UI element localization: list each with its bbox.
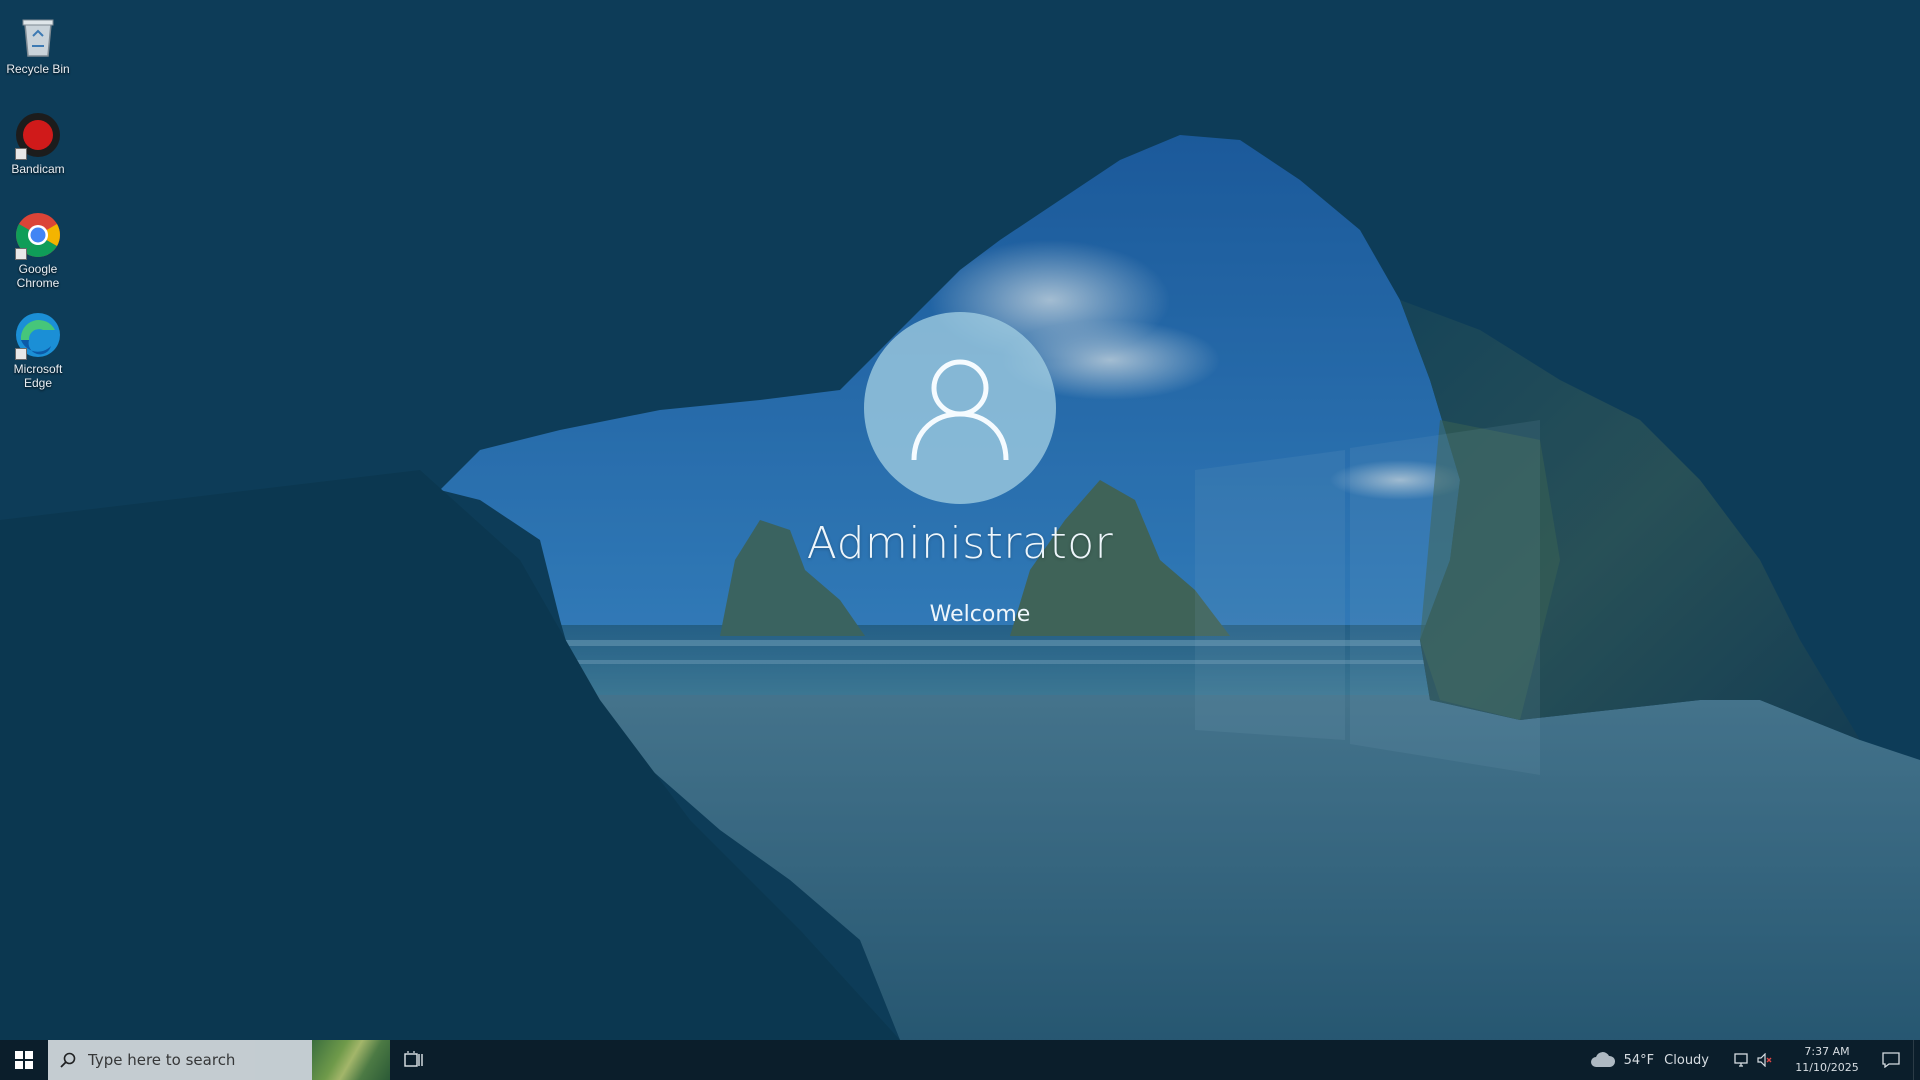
shortcut-arrow-icon — [15, 348, 27, 360]
desktop-icon-microsoft-edge[interactable]: Microsoft Edge — [0, 306, 76, 406]
search-highlight-image[interactable] — [312, 1040, 390, 1080]
taskbar-search-box[interactable] — [48, 1040, 312, 1080]
weather-condition: Cloudy — [1664, 1052, 1709, 1068]
volume-muted-icon — [1757, 1053, 1772, 1067]
desktop-icon-bandicam[interactable]: Bandicam — [0, 106, 76, 206]
username: Administrator — [806, 518, 1114, 569]
weather-temperature: 54°F — [1623, 1052, 1655, 1068]
chrome-icon — [13, 210, 63, 260]
action-center-button[interactable] — [1869, 1040, 1913, 1080]
tray-volume-button[interactable] — [1753, 1040, 1777, 1080]
cloud-icon — [1590, 1052, 1615, 1067]
action-center-icon — [1882, 1052, 1900, 1068]
taskbar: 54°F Cloudy 7:37 AM 11/10/2025 — [0, 1040, 1920, 1080]
taskbar-clock[interactable]: 7:37 AM 11/10/2025 — [1785, 1040, 1869, 1080]
user-icon — [911, 359, 1009, 461]
desktop-icon-label: Google Chrome — [16, 262, 60, 290]
recycle-bin-icon — [13, 10, 63, 60]
desktop-icon-column: Recycle Bin Bandicam Google Chrome Micro… — [0, 6, 76, 406]
windows-logo-icon — [15, 1051, 33, 1069]
desktop-icon-label: Microsoft Edge — [13, 362, 63, 390]
bandicam-icon — [13, 110, 63, 160]
shortcut-arrow-icon — [15, 148, 27, 160]
weather-widget[interactable]: 54°F Cloudy — [1580, 1040, 1719, 1080]
desktop-icon-label: Recycle Bin — [6, 62, 70, 76]
desktop-icon-google-chrome[interactable]: Google Chrome — [0, 206, 76, 306]
shortcut-arrow-icon — [15, 248, 27, 260]
system-tray: 54°F Cloudy 7:37 AM 11/10/2025 — [1580, 1040, 1920, 1080]
task-view-button[interactable] — [390, 1040, 438, 1080]
edge-icon — [13, 310, 63, 360]
clock-date: 11/10/2025 — [1795, 1061, 1859, 1074]
show-desktop-button[interactable] — [1913, 1040, 1920, 1080]
welcome-status: Welcome — [929, 602, 1031, 627]
tray-network-button[interactable] — [1729, 1040, 1753, 1080]
task-view-icon — [404, 1051, 423, 1067]
search-icon — [60, 1052, 76, 1068]
user-avatar — [864, 312, 1056, 504]
desktop-icon-recycle-bin[interactable]: Recycle Bin — [0, 6, 76, 106]
clock-time: 7:37 AM — [1804, 1045, 1850, 1058]
desktop-screen: Recycle Bin Bandicam Google Chrome Micro… — [0, 0, 1920, 1080]
desktop-icon-label: Bandicam — [11, 162, 65, 176]
start-button[interactable] — [0, 1040, 48, 1080]
search-input[interactable] — [86, 1050, 290, 1070]
network-icon — [1734, 1053, 1748, 1067]
